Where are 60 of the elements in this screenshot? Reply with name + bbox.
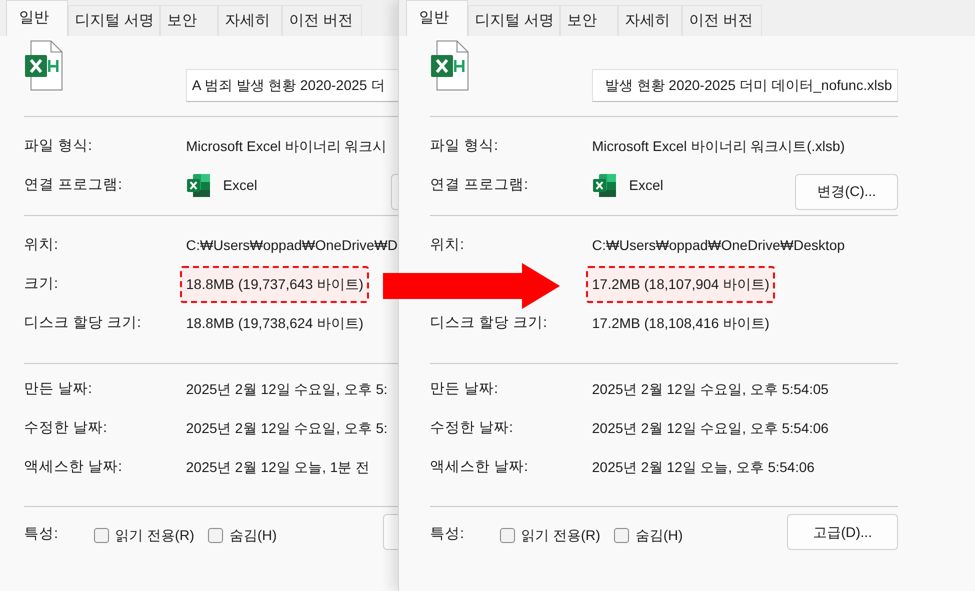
field-label: 액세스한 날짜:	[430, 458, 530, 477]
field-label: 만든 날짜:	[24, 380, 94, 399]
highlighted-value: 17.2MB (18,107,904 바이트)	[586, 266, 776, 303]
arrow-icon	[383, 263, 560, 309]
field-value: 2025년 2월 12일 오늘, 1분 전	[186, 458, 370, 477]
tab[interactable]: 자세히	[218, 5, 282, 36]
field-label: 수정한 날짜:	[24, 418, 108, 438]
tab[interactable]: 보안	[560, 5, 618, 36]
field-value: 18.8MB (19,738,624 바이트)	[186, 314, 364, 333]
checkbox[interactable]	[94, 528, 109, 543]
field-value: 2025년 2월 12일 수요일, 오후 5:54:05	[592, 380, 829, 399]
tab[interactable]: 디지털 서명	[68, 5, 160, 36]
tab[interactable]: 보안	[160, 5, 218, 36]
checkbox-label[interactable]: 읽기 전용(R)	[115, 525, 194, 546]
field-value: 2025년 2월 12일 오늘, 오후 5:54:06	[592, 458, 815, 477]
tab[interactable]: 일반	[406, 0, 468, 36]
tab[interactable]: 일반	[6, 0, 68, 36]
field-value: 2025년 2월 12일 수요일, 오후 5:	[186, 419, 388, 438]
tab[interactable]: 이전 버전	[282, 5, 362, 36]
field-label: 특성:	[430, 525, 466, 544]
checkbox[interactable]	[208, 528, 224, 543]
checkbox-label[interactable]: 숨김(H)	[229, 525, 277, 546]
field-label: 파일 형식:	[430, 136, 500, 156]
tab[interactable]: 이전 버전	[682, 5, 762, 36]
tab[interactable]: 디지털 서명	[468, 5, 560, 36]
field-label: 특성:	[24, 525, 60, 544]
field-label: 크기:	[24, 274, 60, 294]
program-name: Excel	[223, 176, 258, 195]
field-value: 17.2MB (18,108,416 바이트)	[592, 314, 770, 333]
checkbox[interactable]	[614, 528, 630, 543]
field-label: 연결 프로그램:	[24, 176, 124, 195]
field-value: Microsoft Excel 바이너리 워크시트(.xlsb)	[592, 137, 845, 156]
field-value: 2025년 2월 12일 수요일, 오후 5:	[186, 380, 388, 399]
change-button[interactable]: 변경(C)...	[795, 174, 898, 210]
field-label: 만든 날짜:	[430, 380, 500, 399]
highlighted-value: 18.8MB (19,737,643 바이트)	[180, 266, 370, 303]
field-value: Microsoft Excel 바이너리 워크시	[186, 137, 387, 156]
field-label: 위치:	[24, 236, 60, 255]
excel-icon	[186, 173, 211, 198]
checkbox-label[interactable]: 읽기 전용(R)	[521, 525, 600, 546]
file-name-field[interactable]: 발생 현황 2020-2025 더미 데이터_nofunc.xlsb	[592, 69, 898, 102]
field-value: C:₩Users₩oppad₩OneDrive₩D	[186, 236, 398, 255]
field-value: 2025년 2월 12일 수요일, 오후 5:54:06	[592, 419, 829, 438]
checkbox-label[interactable]: 숨김(H)	[635, 525, 683, 546]
excel-icon	[592, 173, 617, 198]
tab[interactable]: 자세히	[618, 5, 682, 36]
field-label: 디스크 할당 크기:	[24, 314, 142, 333]
field-label: 수정한 날짜:	[430, 418, 514, 438]
field-label: 디스크 할당 크기:	[430, 314, 548, 333]
program-name: Excel	[629, 176, 664, 195]
field-label: 위치:	[430, 236, 466, 255]
field-label: 파일 형식:	[24, 136, 94, 156]
advanced-button[interactable]: 고급(D)...	[787, 514, 898, 550]
file-name-field[interactable]: A 범죄 발생 현황 2020-2025 더	[186, 69, 398, 102]
excel-file-icon	[25, 40, 63, 92]
checkbox[interactable]	[500, 528, 515, 543]
field-label: 연결 프로그램:	[430, 176, 530, 195]
excel-file-icon	[431, 40, 469, 92]
field-label: 액세스한 날짜:	[24, 458, 124, 477]
field-value: C:₩Users₩oppad₩OneDrive₩Desktop	[592, 236, 845, 255]
